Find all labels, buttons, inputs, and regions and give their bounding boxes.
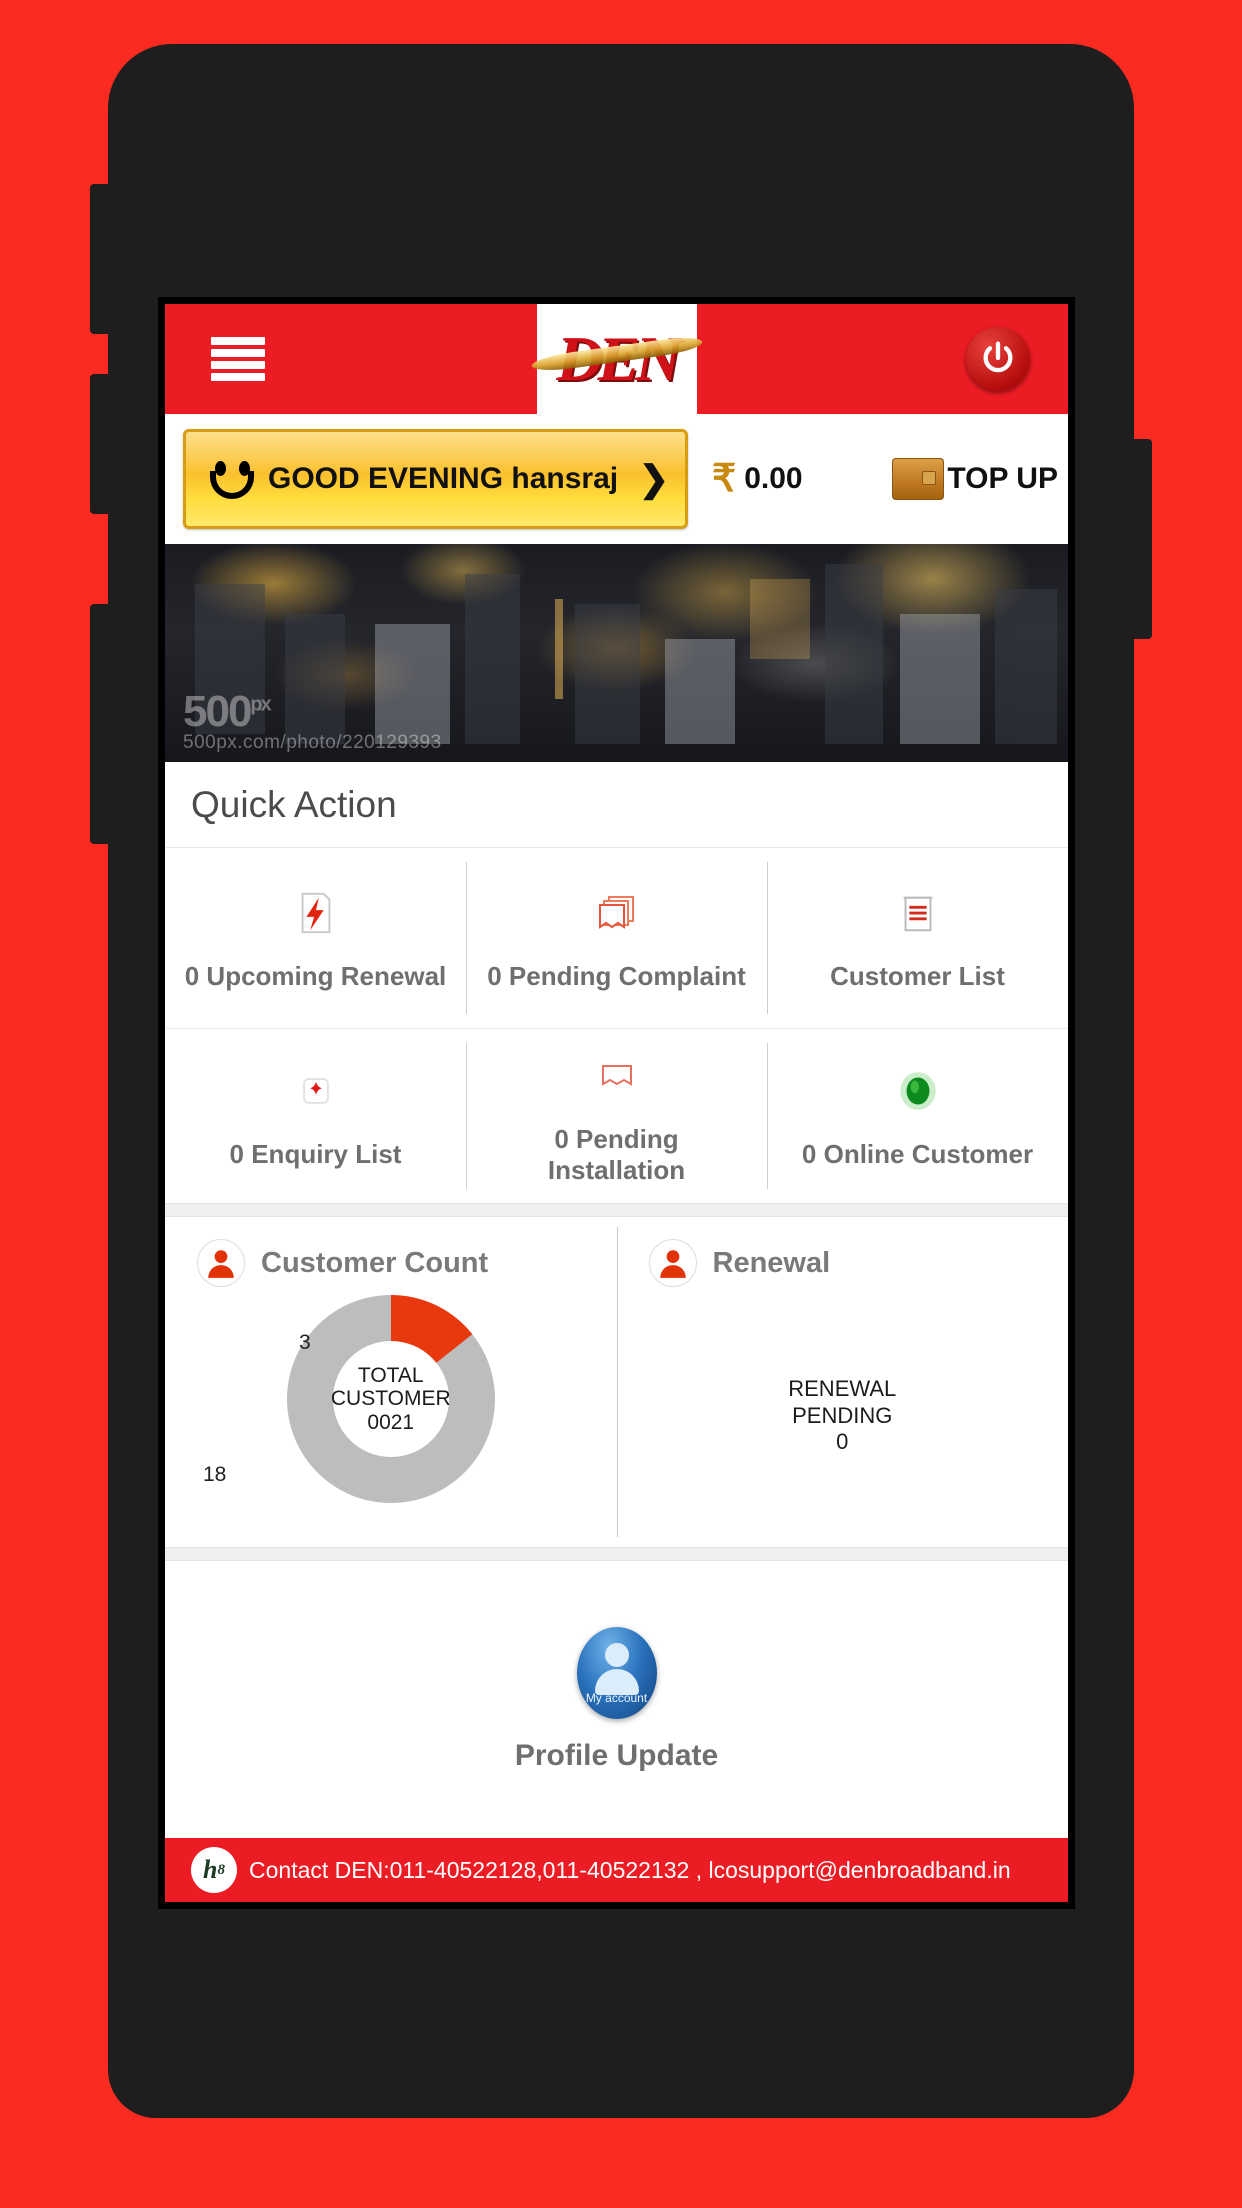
quick-action-title: Quick Action — [191, 783, 397, 825]
watermark-suffix: px — [250, 693, 271, 716]
customer-count-chart[interactable]: TOTAL CUSTOMER 0021 3 18 — [165, 1291, 617, 1541]
donut-chart: TOTAL CUSTOMER 0021 — [286, 1295, 495, 1503]
renewal-line3: 0 — [836, 1429, 849, 1455]
quick-action-label: 0 Online Customer — [801, 1139, 1034, 1170]
person-icon — [648, 1239, 697, 1287]
section-divider-2 — [165, 1547, 1068, 1561]
app-header: DEN — [165, 304, 1068, 414]
topup-label: TOP UP — [947, 462, 1058, 495]
renewal-title: Renewal — [712, 1246, 831, 1279]
quick-action-label: 0 Pending Complaint — [487, 961, 746, 992]
topup-button[interactable]: TOP UP — [892, 458, 1058, 500]
scroll-list-icon — [888, 883, 948, 943]
quick-action-pending-installation[interactable]: 0 Pending Installation — [466, 1029, 767, 1203]
rupee-icon: ₹ — [712, 458, 737, 500]
h8-logo-letter: h — [203, 1855, 218, 1884]
hamburger-menu-icon[interactable] — [211, 337, 265, 381]
watermark-url: 500px.com/photo/220129393 — [183, 732, 442, 753]
phone-screen: DEN GOOD EVENING hansraj ❯ ₹ 0.00 TOP UP — [158, 297, 1075, 1909]
donut-center-label: TOTAL CUSTOMER 0021 — [330, 1341, 451, 1457]
image-watermark: 500px 500px.com/photo/220129393 — [183, 690, 442, 754]
quick-action-upcoming-renewal[interactable]: 0 Upcoming Renewal — [165, 848, 466, 1028]
quick-action-customer-list[interactable]: Customer List — [767, 848, 1068, 1028]
person-icon — [197, 1239, 245, 1287]
renewal-header: Renewal — [617, 1239, 1069, 1287]
profile-update-label: Profile Update — [514, 1738, 719, 1772]
profile-update-button[interactable]: My account Profile Update — [165, 1561, 1068, 1838]
h8-logo-sup: 8 — [217, 1861, 225, 1878]
quick-action-label: Customer List — [830, 961, 1005, 992]
phone-button-volume-down[interactable] — [90, 374, 110, 514]
watermark-brand: 500 — [183, 687, 252, 737]
balance-amount: 0.00 — [744, 462, 803, 495]
quick-action-row-1: 0 Upcoming Renewal 0 Pending Complaint C… — [165, 848, 1068, 1028]
quick-action-enquiry-list[interactable]: 0 Enquiry List — [165, 1029, 466, 1203]
greeting-bar: GOOD EVENING hansraj ❯ ₹ 0.00 TOP UP — [165, 414, 1068, 544]
section-divider — [165, 1203, 1068, 1217]
chevron-right-icon: ❯ — [638, 458, 669, 499]
donut-center-line1: TOTAL — [357, 1363, 424, 1387]
lightning-note-icon — [286, 883, 346, 943]
customer-count-panel[interactable]: Customer Count TOTAL CUSTOMER 0021 3 18 — [165, 1217, 617, 1547]
donut-center-line2: CUSTOMER — [330, 1387, 451, 1411]
quick-action-label: 0 Pending Installation — [547, 1123, 686, 1185]
footer-contact-text: Contact DEN:011-40522128,011-40522132 , … — [249, 1856, 1011, 1883]
renewal-panel[interactable]: Renewal RENEWAL PENDING 0 — [616, 1217, 1069, 1547]
phone-button-power[interactable] — [1132, 439, 1152, 639]
customer-count-header: Customer Count — [165, 1239, 617, 1287]
promo-banner-image[interactable]: 500px 500px.com/photo/220129393 — [165, 544, 1068, 762]
smiley-face-icon — [200, 447, 264, 511]
quick-action-online-customer[interactable]: 0 Online Customer — [767, 1029, 1068, 1203]
phone-button-volume-up[interactable] — [90, 184, 110, 334]
renewal-body: RENEWAL PENDING 0 — [617, 1291, 1069, 1541]
phone-button-extra[interactable] — [90, 604, 110, 844]
balance-display[interactable]: ₹ 0.00 — [712, 460, 803, 498]
donut-slice-label-2: 18 — [203, 1463, 227, 1486]
renewal-line1: RENEWAL — [788, 1376, 897, 1402]
stats-row: Customer Count TOTAL CUSTOMER 0021 3 18 — [165, 1217, 1068, 1547]
quick-action-row-2: 0 Enquiry List 0 Pending Installation 0 … — [165, 1028, 1068, 1203]
red-cross-icon — [286, 1061, 346, 1121]
donut-center-line3: 0021 — [367, 1410, 415, 1434]
customer-count-title: Customer Count — [261, 1246, 489, 1279]
greeting-button[interactable]: GOOD EVENING hansraj ❯ — [183, 429, 688, 529]
app-logo: DEN — [530, 304, 703, 414]
power-icon[interactable] — [966, 327, 1030, 391]
donut-slice-label-1: 3 — [299, 1331, 311, 1354]
renewal-line2: PENDING — [792, 1402, 893, 1428]
quick-action-label: 0 Upcoming Renewal — [184, 961, 447, 992]
quick-action-label: 0 Enquiry List — [229, 1139, 402, 1170]
wallet-icon — [892, 458, 945, 500]
greeting-text: GOOD EVENING hansraj — [268, 462, 619, 495]
h8-logo-icon: h8 — [191, 1847, 237, 1893]
quick-action-header: Quick Action — [165, 762, 1068, 848]
my-account-avatar-icon: My account — [576, 1626, 657, 1719]
footer-contact-bar: h8 Contact DEN:011-40522128,011-40522132… — [165, 1838, 1068, 1902]
green-status-dot-icon — [888, 1061, 948, 1121]
quick-action-pending-complaint[interactable]: 0 Pending Complaint — [466, 848, 767, 1028]
blank-note-icon — [587, 1046, 647, 1106]
profile-icon-caption: My account — [585, 1690, 648, 1705]
stacked-notes-icon — [587, 883, 647, 943]
